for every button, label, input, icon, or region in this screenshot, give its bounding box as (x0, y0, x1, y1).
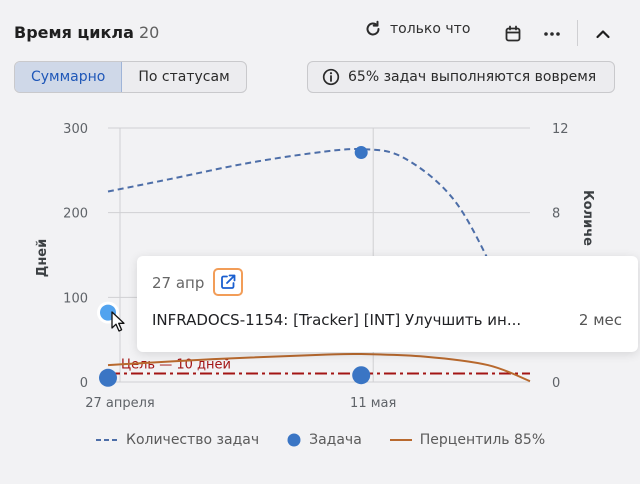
legend-item-percentile[interactable]: Перцентиль 85% (389, 432, 546, 448)
legend-label-task: Задача (309, 432, 362, 448)
chevron-up-icon (596, 30, 610, 39)
ontime-text: 65% задач выполняются вовремя (348, 69, 597, 85)
collapse-button[interactable] (589, 20, 617, 48)
tooltip-date: 27 апр (152, 274, 205, 292)
y-right-tick-label: 8 (552, 207, 560, 222)
calendar-icon (505, 25, 521, 42)
tooltip-duration: 2 мес (578, 311, 622, 329)
y-right-tick-label: 12 (552, 122, 569, 137)
y-left-tick-label: 100 (63, 291, 88, 306)
task-count: 20 (139, 23, 160, 42)
legend-item-task[interactable]: Задача (287, 432, 362, 448)
chart-legend: Количество задач Задача Перцентиль 85% (96, 432, 545, 448)
dot-swatch (287, 433, 301, 447)
tooltip-issue-link[interactable]: INFRADOCS-1154: [Tracker] [INT] Улучшить… (152, 311, 521, 329)
line-swatch (389, 439, 412, 441)
header-divider (577, 20, 578, 46)
legend-label-count: Количество задач (126, 432, 260, 448)
tab-summary[interactable]: Суммарно (15, 62, 123, 92)
view-switcher: Суммарно По статусам (14, 61, 247, 93)
task-point (99, 368, 117, 387)
widget-header: Время цикла 20 только что (0, 0, 640, 60)
refresh-button[interactable]: только что (364, 20, 470, 38)
task-point (354, 146, 368, 160)
more-icon (544, 32, 560, 36)
point-tooltip: 27 апр INFRADOCS-1154: [Tracker] [INT] У… (137, 256, 638, 352)
info-icon (322, 68, 340, 86)
y-left-tick-label: 300 (63, 122, 88, 137)
y-left-tick-label: 200 (63, 207, 88, 222)
x-tick-label: 11 мая (350, 396, 396, 411)
legend-item-count[interactable]: Количество задач (96, 432, 259, 448)
y-right-axis-title: Количе (580, 190, 595, 246)
ontime-badge[interactable]: 65% задач выполняются вовремя (307, 61, 615, 93)
task-point (352, 366, 371, 385)
open-external-button[interactable] (213, 268, 243, 296)
calendar-button[interactable] (499, 20, 527, 48)
widget-title: Время цикла (14, 23, 134, 42)
y-left-tick-label: 0 (80, 376, 88, 391)
y-right-tick-label: 0 (552, 376, 560, 391)
x-tick-label: 27 апреля (85, 396, 155, 411)
dashed-line-swatch (96, 439, 118, 441)
refresh-icon (366, 20, 380, 36)
mouse-cursor-icon (111, 311, 125, 332)
legend-label-percentile: Перцентиль 85% (419, 432, 546, 448)
tab-by-status[interactable]: По статусам (122, 62, 245, 92)
y-left-axis-title: Дней (35, 239, 50, 278)
external-link-icon (221, 274, 236, 289)
more-options-button[interactable] (538, 20, 566, 48)
refresh-label: только что (390, 21, 471, 37)
